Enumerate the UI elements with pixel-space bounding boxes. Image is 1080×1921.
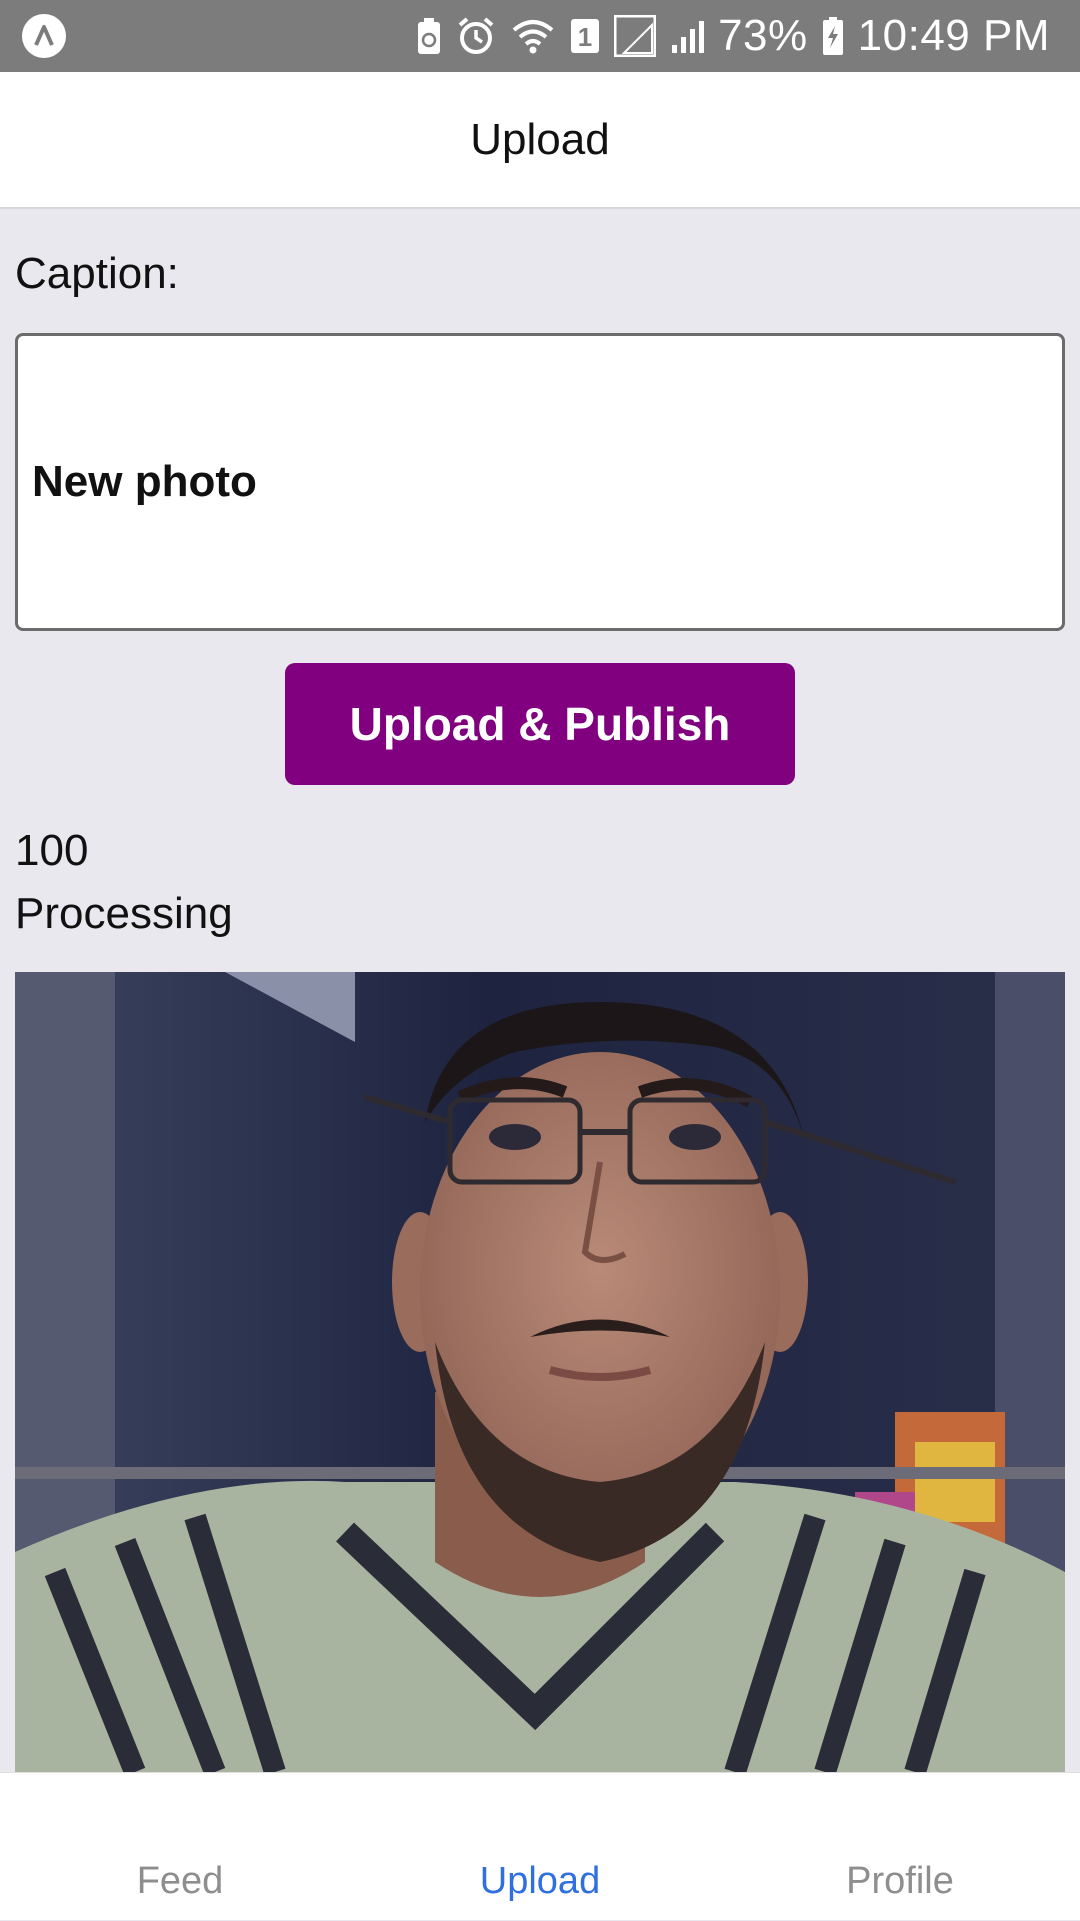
signal-r-icon — [614, 15, 657, 57]
tab-profile[interactable]: Profile — [720, 1773, 1080, 1921]
upload-publish-button[interactable]: Upload & Publish — [285, 663, 795, 785]
sim-badge-text: 1 — [578, 22, 592, 52]
tab-feed[interactable]: Feed — [0, 1773, 360, 1921]
alarm-icon — [456, 16, 496, 56]
status-bar: 1 73% 10:49 PM — [0, 0, 1080, 72]
recycle-notification-icon — [416, 16, 442, 56]
caption-label: Caption: — [15, 249, 179, 298]
wifi-icon — [510, 16, 556, 56]
photo-illustration — [15, 972, 1065, 1772]
android-logo-icon — [22, 14, 66, 58]
upload-progress-value: 100 — [15, 826, 89, 875]
upload-form: Caption: New photo Upload & Publish 100 … — [0, 209, 1080, 1772]
signal-icon — [670, 19, 705, 53]
caption-input[interactable]: New photo — [15, 333, 1065, 631]
app-header: Upload — [0, 72, 1080, 209]
battery-percent: 73% — [718, 11, 808, 60]
tab-upload[interactable]: Upload — [360, 1773, 720, 1921]
status-right: 1 73% 10:49 PM — [416, 0, 1050, 72]
sim-1-icon: 1 — [570, 18, 600, 54]
bottom-tab-bar: Feed Upload Profile — [0, 1772, 1080, 1920]
clock: 10:49 PM — [857, 11, 1050, 60]
uploaded-photo-preview — [15, 972, 1065, 1772]
page-title: Upload — [470, 114, 610, 164]
status-left — [22, 14, 66, 58]
upload-status-text: Processing — [15, 889, 233, 938]
battery-charging-icon — [822, 16, 844, 56]
